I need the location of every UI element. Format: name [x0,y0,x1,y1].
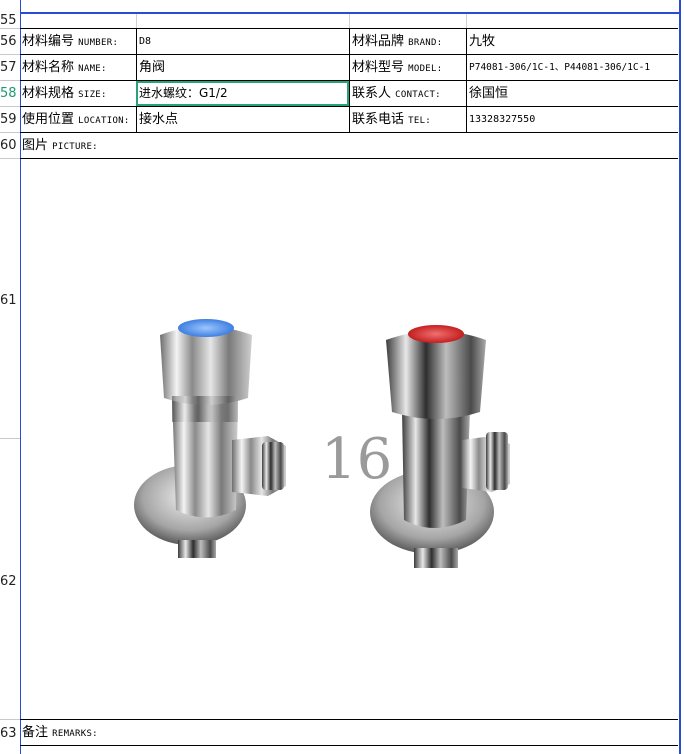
angle-valve-images: 16 [134,319,510,568]
left-valve-bottom-thread [178,540,216,558]
right-valve-body [402,410,470,528]
left-angle-valve [134,319,286,558]
right-valve-outlet-thread [486,432,508,490]
watermark-text: 16 [321,427,392,492]
remarks-label-cell[interactable]: 备注 REMARKS: [20,720,322,745]
left-valve-collar [172,396,238,422]
left-valve-handle [160,326,252,405]
remarks-label-cn: 备注 [22,725,49,740]
right-valve-handle [386,331,486,419]
right-valve-red-cap [408,325,464,343]
right-valve-bottom-thread [414,548,458,568]
remarks-label-en: REMARKS: [52,729,98,739]
left-valve-blue-cap [178,319,234,337]
left-valve-outlet-thread [262,442,284,490]
